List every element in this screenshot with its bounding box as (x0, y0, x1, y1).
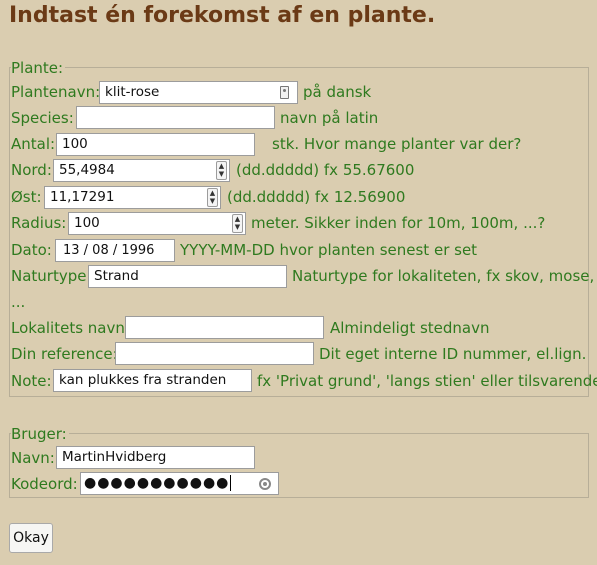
species-hint: navn på latin (280, 109, 379, 127)
chevron-up-icon[interactable]: ▲ (234, 215, 241, 223)
lokalitet-hint: Almindeligt stednavn (330, 319, 490, 337)
plantenavn-hint: på dansk (303, 83, 372, 101)
oest-input[interactable]: 11,17291 ▲ ▼ (44, 186, 221, 209)
text-caret (230, 475, 232, 491)
reference-hint: Dit eget interne ID nummer, el.lign. (319, 345, 587, 363)
naturtype-label: Naturtype: (11, 267, 92, 285)
dato-hint: YYYY-MM-DD hvor planten senest er set (180, 241, 478, 259)
species-label: Species: (11, 109, 74, 127)
chevron-up-icon[interactable]: ▲ (218, 162, 225, 170)
radius-hint: meter. Sikker inden for 10m, 100m, ...? (251, 214, 546, 232)
okay-button[interactable]: Okay (9, 523, 53, 553)
plante-legend: Plante: (11, 59, 66, 77)
species-input[interactable] (76, 106, 275, 129)
radius-input[interactable]: 100 ▲ ▼ (68, 212, 246, 235)
nord-value: 55,4984 (59, 162, 115, 178)
reference-label: Din reference: (11, 345, 118, 363)
antal-label: Antal: (11, 135, 56, 153)
naturtype-hint: Naturtype for lokaliteten, fx skov, mose… (292, 267, 595, 285)
naturtype-value: Strand (94, 268, 139, 284)
radius-label: Radius: (11, 214, 67, 232)
contact-card-icon[interactable] (280, 86, 289, 99)
dato-label: Dato: (11, 241, 52, 259)
kodeord-input[interactable]: ●●●●●●●●●●● (80, 472, 279, 495)
page-title: Indtast én forekomst af en plante. (9, 3, 436, 28)
antal-input[interactable]: 100 (56, 133, 255, 156)
nord-spinner[interactable]: ▲ ▼ (216, 161, 227, 180)
bruger-legend: Bruger: (11, 425, 69, 443)
note-input[interactable]: kan plukkes fra stranden (53, 369, 252, 392)
oest-spinner[interactable]: ▲ ▼ (207, 188, 218, 207)
navn-input[interactable]: MartinHvidberg (56, 446, 255, 469)
radius-value: 100 (74, 215, 100, 231)
nord-label: Nord: (11, 161, 52, 179)
dato-value: 13 / 08 / 1996 (63, 243, 155, 258)
lokalitet-input[interactable] (125, 316, 324, 339)
kodeord-value: ●●●●●●●●●●● (84, 475, 230, 491)
chevron-down-icon[interactable]: ▼ (209, 197, 216, 205)
antal-value: 100 (62, 136, 88, 152)
plantenavn-input[interactable]: klit-rose (99, 81, 298, 104)
navn-value: MartinHvidberg (62, 449, 167, 465)
nord-hint: (dd.ddddd) fx 55.67600 (236, 161, 415, 179)
dato-input[interactable]: 13 / 08 / 1996 (55, 239, 175, 262)
oest-label: Øst: (11, 188, 42, 206)
note-value: kan plukkes fra stranden (59, 372, 227, 388)
lokalitet-label: Lokalitets navn: (11, 319, 130, 337)
navn-label: Navn: (11, 449, 55, 467)
plantenavn-value: klit-rose (105, 84, 160, 100)
note-label: Note: (11, 372, 52, 390)
radius-spinner[interactable]: ▲ ▼ (232, 214, 243, 233)
plantenavn-label: Plantenavn: (11, 83, 101, 101)
kodeord-label: Kodeord: (11, 475, 78, 493)
nord-input[interactable]: 55,4984 ▲ ▼ (53, 159, 230, 182)
chevron-down-icon[interactable]: ▼ (234, 223, 241, 231)
oest-hint: (dd.ddddd) fx 12.56900 (227, 188, 406, 206)
naturtype-input[interactable]: Strand (88, 265, 287, 288)
antal-hint: stk. Hvor mange planter var der? (272, 135, 522, 153)
chevron-up-icon[interactable]: ▲ (209, 189, 216, 197)
reference-input[interactable] (115, 342, 314, 365)
password-reveal-icon[interactable] (259, 478, 271, 490)
note-hint: fx 'Privat grund', 'langs stien' eller t… (257, 372, 597, 390)
chevron-down-icon[interactable]: ▼ (218, 170, 225, 178)
oest-value: 11,17291 (50, 189, 115, 205)
naturtype-hint-continued: ... (11, 293, 26, 311)
